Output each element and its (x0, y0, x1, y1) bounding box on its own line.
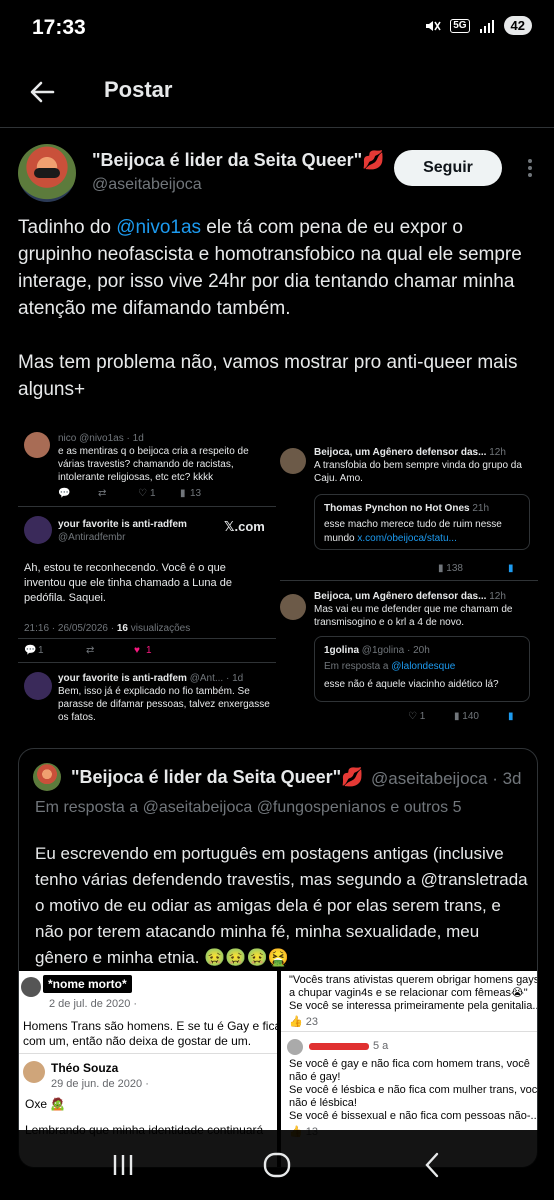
page-title: Postar (104, 77, 173, 102)
system-nav-bar (0, 1130, 554, 1200)
beijoca-post-2-views: ▮ 140 (454, 711, 479, 722)
antiradfem-replies: 1 (38, 645, 44, 656)
right-img-reply-text-2: não é gay! (289, 1071, 341, 1083)
status-icons: 5G 42 (423, 16, 532, 35)
beijoca-post-2-text-1: Mas vai eu me defender que me chamam de (314, 604, 513, 615)
left-img-reply-date: 29 de jun. de 2020 · (51, 1078, 149, 1090)
views-icon: ▮ (180, 488, 186, 499)
left-img-text-2: com um, então não deixa de gostar de um. (23, 1034, 252, 1048)
left-img-name-tag: *nome morto* (43, 975, 132, 993)
quoted-reply-line: Em resposta a @aseitabeijoca @fungospeni… (35, 799, 462, 816)
back-arrow-icon[interactable] (28, 78, 56, 106)
bookmark-icon: ▮ (508, 563, 514, 574)
antiradfem-reply-icon: 💬 (24, 645, 37, 656)
right-img-reply-text-3: Se você é lésbica e não fica com mulher … (289, 1084, 538, 1096)
antiradfem-retweet-icon: ⇄ (86, 645, 95, 656)
left-img-avatar (21, 977, 41, 997)
top-app-bar: Postar (0, 62, 554, 128)
bookmark-icon-2: ▮ (508, 711, 514, 722)
nico-handle: nico @nivo1as · 1d (58, 433, 144, 444)
right-img-count-1: 👍 23 (289, 1016, 319, 1028)
nico-text-3: intolerante religiosas, etc etc? kkkk (58, 472, 214, 483)
beijoca-post-1-text-1: A transfobia do bem sempre vinda do grup… (314, 460, 522, 471)
home-icon[interactable] (262, 1150, 292, 1180)
quoted-author-name: "Beijoca é lider da Seita Queer"💋 (71, 767, 364, 787)
beijoca-avatar-1 (280, 448, 306, 474)
nico-likes: 1 (150, 488, 156, 499)
antiradfem-text-2: inventou que ele tinha chamado a Luna de (24, 577, 232, 589)
nico-text-1: e as mentiras q o beijoca cria a respeit… (58, 446, 249, 457)
signal-icon (479, 19, 494, 33)
antiradfem-likes: 1 (146, 645, 152, 656)
right-img-reply-time: 5 a (373, 1040, 389, 1052)
antiradfem-meta: 21:16 · 26/05/2026 · 16 visualizações (24, 623, 191, 634)
status-time: 17:33 (32, 16, 86, 39)
beijoca-post-1-header: Beijoca, um Agênero defensor das... 12h (314, 447, 506, 458)
mention-link[interactable]: @nivo1as (116, 217, 201, 238)
right-img-reply-text-1: Se você é gay e não fica com homem trans… (289, 1058, 530, 1070)
quoted-tweet-1-header: Thomas Pynchon no Hot Ones 21h (324, 503, 490, 514)
mute-icon (426, 20, 441, 31)
battery-indicator: 42 (503, 16, 532, 35)
antiradfem-text-3: pedófila. Saquei. (24, 592, 106, 604)
quoted-tweet-2-reply: Em resposta a @lalondesque (324, 661, 456, 672)
recent-apps-icon[interactable] (108, 1150, 138, 1180)
antiradfem-reply-text-1: Bem, isso já é explicado no fio também. … (58, 686, 250, 697)
post-text: Tadinho do @nivo1as ele tá com pena de e… (18, 214, 538, 403)
quoted-tweet-2-header: 1golina @1golina · 20h (324, 645, 430, 656)
antiradfem-reply-avatar (24, 672, 52, 700)
quoted-post[interactable]: "Beijoca é lider da Seita Queer"💋 @aseit… (18, 748, 538, 1168)
author-name[interactable]: "Beijoca é lider da Seita Queer"💋 (92, 150, 385, 171)
post-image[interactable]: nico @nivo1as · 1d e as mentiras q o bei… (18, 424, 538, 728)
antiradfem-avatar (24, 516, 52, 544)
right-img-text-1: "Vocês trans ativistas querem obrigar ho… (289, 974, 538, 986)
beijoca-post-2-text-2: transmisogino e o krl a 4 de novo. (314, 617, 465, 628)
quoted-tweet-1-text-1: esse macho merece tudo de ruim nesse (324, 519, 502, 530)
x-brand-label: 𝕏.com (224, 519, 265, 534)
antiradfem-reply-text-2: parasse de difamar pessoas, talvez enxer… (58, 699, 270, 710)
status-bar: 17:33 5G 42 (0, 0, 554, 62)
more-options-icon[interactable] (520, 158, 540, 178)
nico-avatar (24, 432, 50, 458)
quoted-text: Eu escrevendo em português em postagens … (35, 844, 528, 967)
right-img-reply-text-4: não é lésbica! (289, 1097, 357, 1109)
beijoca-post-1-views: ▮ 138 (438, 563, 463, 574)
left-img-reply-avatar (23, 1061, 45, 1083)
antiradfem-reply-header: your favorite is anti-radfem @Ant... · 1… (58, 673, 244, 684)
antiradfem-handle: @Antiradfembr (58, 532, 126, 543)
quoted-tweet-1-text-2: mundo x.com/obeijoca/statu... (324, 533, 457, 544)
reply-icon: 💬 (58, 488, 71, 499)
system-back-icon[interactable] (418, 1150, 448, 1180)
retweet-icon: ⇄ (98, 488, 107, 499)
right-img-text-2: a chupar vagin4s e se relacionar com fêm… (289, 987, 528, 999)
beijoca-post-1-text-2: Caju. Amo. (314, 473, 363, 484)
author-handle[interactable]: @aseitabeijoca (92, 176, 202, 194)
follow-button[interactable]: Seguir (394, 150, 502, 186)
quoted-author-avatar (33, 763, 61, 791)
right-img-text-3: Se você se interessa primeiramente pela … (289, 1000, 538, 1012)
redacted-name-bar (309, 1043, 369, 1050)
quoted-author-meta: @aseitabeijoca · 3d (371, 769, 522, 788)
left-img-reply-name: Théo Souza (51, 1061, 119, 1075)
antiradfem-reply-text-3: os fatos. (58, 712, 96, 723)
nico-views: 13 (190, 488, 202, 499)
right-img-reply-avatar (287, 1039, 303, 1055)
nico-text-2: várias travestis? chamando de racistas, (58, 459, 234, 470)
antiradfem-like-icon: ♥ (134, 645, 140, 656)
like-icon: ♡ (138, 488, 147, 499)
network-badge: 5G (450, 18, 470, 33)
left-img-date: 2 de jul. de 2020 · (49, 998, 138, 1010)
right-img-reply-text-5: Se você é bissexual e não fica com pesso… (289, 1110, 538, 1122)
beijoca-avatar-2 (280, 594, 306, 620)
beijoca-post-2-likes: ♡ 1 (408, 711, 426, 722)
antiradfem-text-1: Ah, estou te reconhecendo. Você é o que (24, 562, 226, 574)
left-img-reply-text: Oxe 🧟 (25, 1097, 66, 1111)
antiradfem-name: your favorite is anti-radfem (58, 519, 187, 530)
left-img-text-1: Homens Trans são homens. E se tu é Gay e… (23, 1019, 277, 1033)
beijoca-post-2-header: Beijoca, um Agênero defensor das... 12h (314, 591, 506, 602)
post-text-paragraph-2: Mas tem problema não, vamos mostrar pro … (18, 352, 518, 400)
quoted-tweet-2-text: esse não é aquele viacinho aidético lá? (324, 679, 499, 690)
author-avatar[interactable] (18, 144, 76, 202)
